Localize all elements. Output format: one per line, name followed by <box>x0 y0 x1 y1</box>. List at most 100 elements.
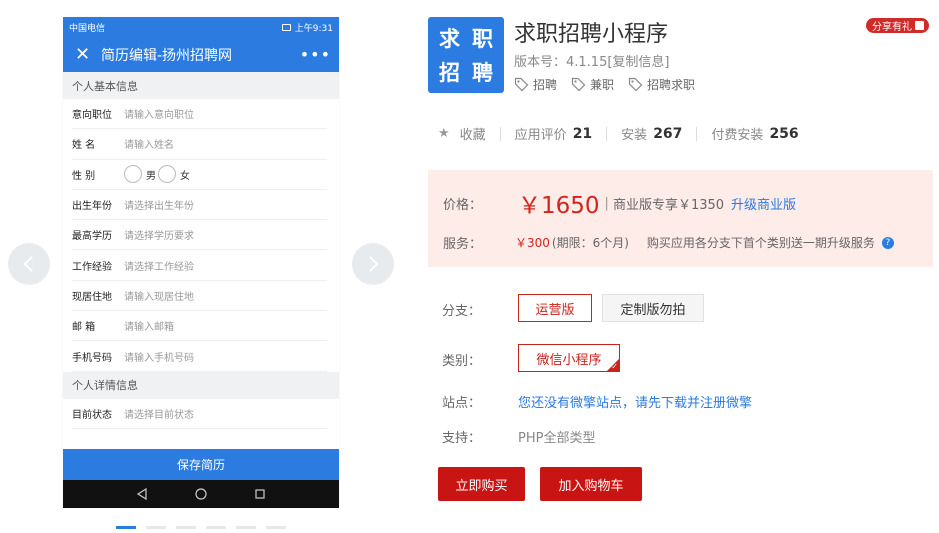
form-row: 手机号码 请输入手机号码 <box>72 341 327 372</box>
form-row: 目前状态 请选择目前状态 <box>72 399 327 429</box>
form-row-placeholder: 请输入意向职位 <box>124 110 194 122</box>
carrier-label: 中国电信 <box>69 23 106 34</box>
site-label: 站点： <box>442 396 482 411</box>
add-to-cart-button[interactable]: 加入购物车 <box>540 467 642 501</box>
paid-install-count: 256 <box>769 125 799 142</box>
form-row-label: 现居住地 <box>72 291 112 303</box>
form-row: 意向职位 请输入意向职位 <box>72 99 327 130</box>
form-row: 姓 名 请输入姓名 <box>72 129 327 160</box>
form-row: 性 别男女 <box>72 160 327 190</box>
save-resume-button: 保存简历 <box>63 449 339 480</box>
service-period: (期限：6个月) <box>551 236 629 250</box>
branch-label: 分支： <box>442 304 482 319</box>
category-option-wechat[interactable]: 微信小程序 ✓ <box>518 344 620 372</box>
app-icon-char: 职 <box>472 27 493 51</box>
rating-label: 应用评价 <box>514 128 567 143</box>
tag-icon <box>514 77 529 92</box>
phone-title-bar: ✕ 简历编辑-扬州招聘网 ••• <box>63 37 339 72</box>
section-basic-info: 个人基本信息 <box>63 72 339 99</box>
tag-label: 招聘 <box>533 78 558 92</box>
clock-label: 上午9:31 <box>294 23 333 34</box>
divider: | <box>604 195 609 211</box>
version-info: 版本号：4.1.15[复制信息] <box>514 55 670 70</box>
service-note: 购买应用各分支下首个类别送一期升级服务 <box>646 236 875 250</box>
site-register-link[interactable]: 您还没有微擎站点，请先下载并注册微擎 <box>518 392 752 411</box>
upgrade-business-link[interactable]: 升级商业版 <box>731 194 796 213</box>
radio-circle-icon <box>124 165 142 184</box>
share-label: 分享有礼 <box>872 22 912 33</box>
tag-icon <box>628 77 643 92</box>
carousel-dots <box>116 526 286 529</box>
branch-option-label: 运营版 <box>535 302 575 318</box>
service-price: ￥300 <box>515 236 550 250</box>
carousel-dot[interactable] <box>116 526 136 529</box>
form-row-placeholder: 请选择工作经验 <box>124 261 194 273</box>
category-option-label: 微信小程序 <box>536 352 602 368</box>
back-triangle-icon <box>137 488 147 500</box>
branch-option-label: 定制版勿拍 <box>620 302 686 318</box>
android-nav-bar <box>63 480 339 508</box>
tag-item[interactable]: 招聘求职 <box>628 76 695 93</box>
product-title: 求职招聘小程序 <box>514 22 669 47</box>
form-row-placeholder: 请选择出生年份 <box>124 201 194 213</box>
gift-icon <box>915 21 924 30</box>
price-panel: 价格： ￥1650 | 商业版专享￥1350 升级商业版 服务： ￥300 (期… <box>428 170 933 267</box>
close-icon: ✕ <box>75 43 91 65</box>
favorite-link[interactable]: 收藏 <box>460 124 486 143</box>
branch-option-operation[interactable]: 运营版 <box>518 294 592 322</box>
tag-item[interactable]: 招聘 <box>514 76 557 93</box>
price-row: 价格： ￥1650 | 商业版专享￥1350 升级商业版 <box>443 186 796 220</box>
recent-square-icon <box>255 489 265 499</box>
form-row-label: 工作经验 <box>72 261 112 273</box>
tag-label: 兼职 <box>590 78 615 92</box>
check-icon: ✓ <box>611 362 618 371</box>
price-label: 价格： <box>443 197 483 213</box>
preview-screenshot: 中国电信 上午9:31 ✕ 简历编辑-扬州招聘网 ••• 个人基本信息 意向职位… <box>63 17 339 508</box>
chevron-right-icon <box>369 256 379 272</box>
carousel-dot[interactable] <box>236 526 256 529</box>
radio-circle-icon <box>158 165 176 184</box>
carousel-dot[interactable] <box>266 526 286 529</box>
tag-icon <box>571 77 586 92</box>
app-icon: 求 职 招 聘 <box>428 17 504 93</box>
help-icon[interactable]: ? <box>881 236 894 249</box>
form-row-label: 邮 箱 <box>72 322 96 334</box>
form-row-label: 意向职位 <box>72 110 112 122</box>
more-icon: ••• <box>299 45 331 64</box>
form-row: 邮 箱 请输入邮箱 <box>72 311 327 342</box>
form-row-placeholder: 请输入手机号码 <box>124 352 194 364</box>
battery-icon <box>281 23 291 31</box>
star-icon[interactable]: ★ <box>438 126 450 141</box>
divider <box>606 126 608 141</box>
service-row: 服务： ￥300 (期限：6个月) 购买应用各分支下首个类别送一期升级服务 ? <box>443 233 894 252</box>
carousel-dot[interactable] <box>176 526 196 529</box>
stats-bar: ★ 收藏 应用评价 21 安装 267 付费安装 256 <box>438 124 799 144</box>
app-icon-char: 聘 <box>472 61 493 85</box>
tag-label: 招聘求职 <box>647 78 696 92</box>
buy-now-button[interactable]: 立即购买 <box>438 467 525 501</box>
form-row-placeholder: 请输入姓名 <box>124 140 174 152</box>
category-label: 类别： <box>442 354 482 369</box>
phone-page-title: 简历编辑-扬州招聘网 <box>101 47 233 64</box>
service-label: 服务： <box>443 237 483 252</box>
carousel-prev-button[interactable] <box>8 243 50 285</box>
carousel-dot[interactable] <box>146 526 166 529</box>
carousel-next-button[interactable] <box>352 243 394 285</box>
tag-list: 招聘 兼职 招聘求职 <box>514 76 695 93</box>
share-gift-button[interactable]: 分享有礼 <box>866 18 929 33</box>
form-row-placeholder: 请输入现居住地 <box>124 291 194 303</box>
tag-item[interactable]: 兼职 <box>571 76 614 93</box>
carousel-dot[interactable] <box>206 526 226 529</box>
form-row: 最高学历 请选择学历要求 <box>72 220 327 251</box>
install-label: 安装 <box>621 128 648 143</box>
divider <box>499 126 501 141</box>
app-icon-char: 求 <box>439 27 460 51</box>
detail-info-list: 目前状态 请选择目前状态 <box>63 399 339 429</box>
business-price: 商业版专享￥1350 <box>612 197 725 213</box>
form-row-label: 性 别 <box>72 170 96 182</box>
form-row-placeholder: 请选择学历要求 <box>124 231 194 243</box>
support-value: PHP全部类型 <box>518 431 596 446</box>
home-circle-icon <box>195 488 207 500</box>
branch-option-custom[interactable]: 定制版勿拍 <box>602 294 704 322</box>
form-row-label: 最高学历 <box>72 231 112 243</box>
